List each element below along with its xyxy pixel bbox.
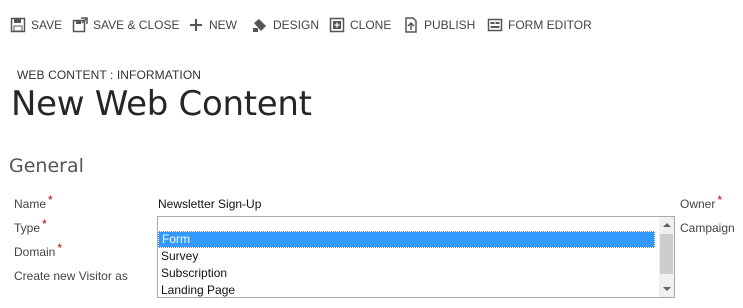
new-button[interactable]: NEW [188, 14, 237, 36]
clone-button[interactable]: CLONE [329, 14, 391, 36]
owner-field-label: Owner * [680, 193, 722, 211]
design-icon [252, 17, 268, 33]
name-field-value[interactable]: Newsletter Sign-Up [158, 197, 261, 211]
name-field-label: Name * [14, 193, 53, 211]
name-label-text: Name [14, 197, 47, 211]
page-title: New Web Content [11, 84, 312, 124]
scroll-up-arrow-icon[interactable] [659, 217, 674, 233]
scroll-down-arrow-icon[interactable] [659, 281, 674, 297]
command-bar: SAVE SAVE & CLOSE NEW DESIGN CLONE PUBLI… [0, 0, 743, 50]
clone-icon [329, 17, 345, 33]
save-icon [10, 17, 26, 33]
type-field-label: Type * [14, 217, 47, 235]
form-editor-button[interactable]: FORM EDITOR [487, 14, 592, 36]
type-dropdown-list[interactable]: Form Survey Subscription Landing Page [157, 216, 675, 298]
visitor-field-label: Create new Visitor as [14, 269, 128, 283]
campaign-field-label: Campaign [680, 221, 735, 235]
form-editor-icon [487, 17, 503, 33]
publish-button[interactable]: PUBLISH [403, 14, 475, 36]
required-marker: * [57, 241, 63, 255]
required-marker: * [48, 193, 53, 207]
domain-field-label: Domain * [14, 241, 62, 259]
required-marker: * [42, 217, 47, 231]
publish-label: PUBLISH [424, 18, 476, 32]
owner-label-text: Owner [680, 197, 716, 211]
section-title: General [9, 155, 84, 177]
domain-label-text: Domain [14, 245, 56, 259]
publish-icon [403, 17, 419, 33]
type-option-survey[interactable]: Survey [158, 248, 655, 265]
entity-breadcrumb: WEB CONTENT : INFORMATION [17, 68, 202, 82]
empty-option[interactable] [158, 217, 674, 231]
save-button[interactable]: SAVE [10, 14, 62, 36]
design-label: DESIGN [273, 18, 320, 32]
save-close-icon [72, 17, 88, 33]
save-close-label: SAVE & CLOSE [93, 18, 180, 32]
dropdown-scrollbar[interactable] [659, 217, 674, 297]
form-editor-label: FORM EDITOR [508, 18, 592, 32]
type-option-subscription[interactable]: Subscription [158, 265, 655, 282]
new-label: NEW [209, 18, 237, 32]
design-button[interactable]: DESIGN [252, 14, 319, 36]
type-label-text: Type [14, 221, 41, 235]
scroll-thumb[interactable] [660, 234, 673, 274]
plus-icon [188, 17, 204, 33]
type-option-form[interactable]: Form [158, 231, 655, 248]
required-marker: * [717, 193, 723, 207]
type-option-landing-page[interactable]: Landing Page [158, 282, 655, 297]
save-label: SAVE [31, 18, 63, 32]
save-close-button[interactable]: SAVE & CLOSE [72, 14, 179, 36]
clone-label: CLONE [350, 18, 392, 32]
